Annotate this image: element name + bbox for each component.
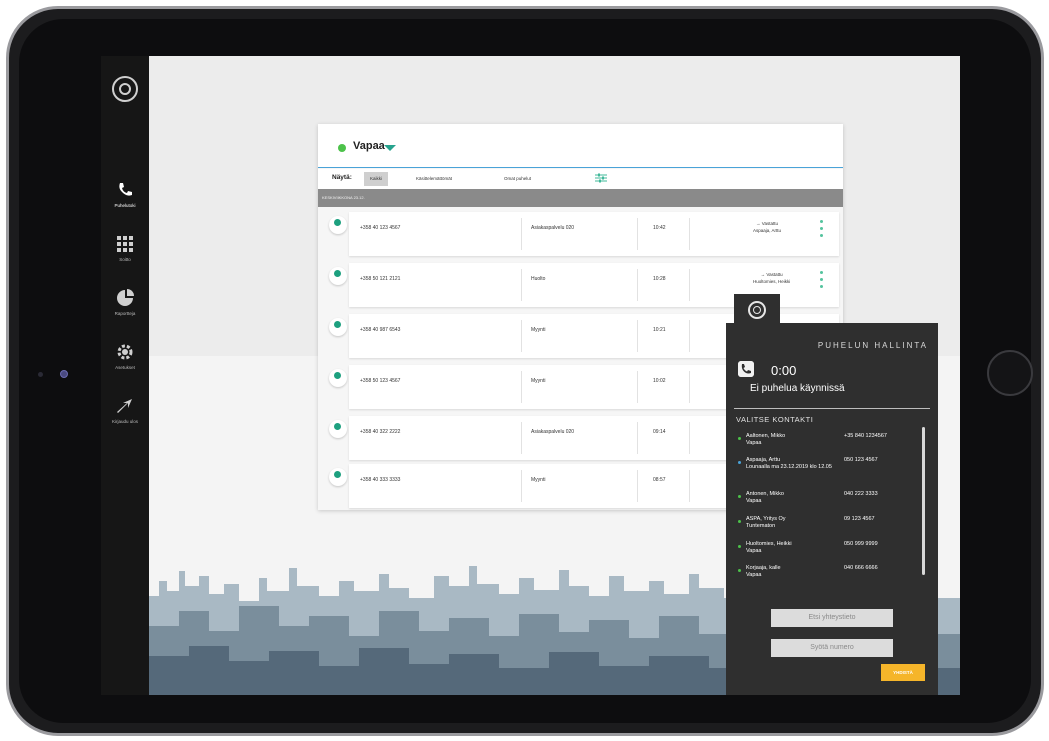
sidebar-item-reports[interactable]: Raportteja bbox=[101, 288, 149, 316]
settings-icon bbox=[117, 344, 133, 360]
date-header: KESKIVIIKKONA 23.12. bbox=[318, 189, 843, 207]
logout-icon bbox=[117, 399, 132, 413]
app-logo-icon bbox=[748, 301, 766, 319]
sidebar-item-logout[interactable]: Kirjaudu ulos bbox=[101, 396, 149, 424]
contact-name: ASPA, Yritys Oy bbox=[746, 516, 786, 522]
call-control-panel: PUHELUN HALLINTA 0:00 Ei puhelua käynnis… bbox=[726, 323, 938, 695]
call-status-text: Ei puhelua käynnissä bbox=[750, 383, 845, 394]
sidebar-item-label: Kirjaudu ulos bbox=[111, 419, 138, 424]
call-queue: Huolto bbox=[531, 276, 546, 282]
contact-name: Aspaaja, Arttu bbox=[746, 457, 781, 463]
chevron-down-icon[interactable] bbox=[384, 145, 396, 151]
call-time: 10:21 bbox=[653, 327, 666, 333]
dialpad-icon bbox=[117, 236, 133, 252]
call-timer: 0:00 bbox=[771, 363, 797, 378]
home-button[interactable] bbox=[987, 350, 1033, 396]
filter-sliders-icon[interactable] bbox=[595, 173, 607, 183]
section-heading: VALITSE KONTAKTI bbox=[736, 415, 814, 424]
connect-button[interactable]: YHDISTÄ bbox=[881, 664, 925, 681]
status-indicator bbox=[338, 144, 346, 152]
call-queue: Asiakaspalvelu 020 bbox=[531, 429, 575, 435]
call-answer-info: → Vastattu Aspaaja, Arttu bbox=[753, 220, 781, 234]
tab-unhandled[interactable]: Käsittelemättömät bbox=[410, 172, 458, 186]
camera-lens-icon bbox=[60, 370, 68, 378]
contact-name: Korjaaja, kalle bbox=[746, 565, 781, 571]
contact-number: +35 840 1234567 bbox=[844, 433, 887, 439]
call-answer-status: → Vastattu bbox=[756, 221, 778, 226]
call-number: +358 50 123 4567 bbox=[360, 378, 401, 384]
filter-bar: Näytä: Kaikki Käsittelemättömät Omat puh… bbox=[318, 169, 843, 189]
call-number: +358 40 123 4567 bbox=[360, 225, 401, 231]
sidebar-item-label: Puhelutoki bbox=[114, 203, 136, 208]
call-time: 09:14 bbox=[653, 429, 666, 435]
sidebar-item-dial[interactable]: Soitto bbox=[101, 234, 149, 262]
contact-name: Antonen, Mikko bbox=[746, 491, 784, 497]
call-number: +358 50 121 2121 bbox=[360, 276, 401, 282]
status-label: Vapaa bbox=[353, 140, 385, 152]
contact-number: 040 222 3333 bbox=[844, 491, 878, 497]
more-menu-icon[interactable] bbox=[820, 220, 823, 241]
contact-number: 050 999 9999 bbox=[844, 541, 878, 547]
call-agent: Aspaaja, Arttu bbox=[753, 228, 782, 233]
contact-status: Tuntematon bbox=[746, 523, 776, 529]
search-contact-button[interactable]: Etsi yhteystieto bbox=[771, 609, 893, 627]
call-queue: Myynti bbox=[531, 327, 546, 333]
call-time: 08:57 bbox=[653, 477, 666, 483]
call-answer-status: → Vastattu bbox=[760, 272, 783, 277]
sidebar-item-label: Raportteja bbox=[114, 311, 136, 316]
call-control-toggle[interactable] bbox=[734, 294, 780, 326]
call-answer-info: → Vastattu Huoltomies, Heikki bbox=[753, 271, 790, 285]
call-status-badge bbox=[329, 468, 347, 486]
contact-name: Huoltomies, Heikki bbox=[746, 541, 792, 547]
call-time: 10:02 bbox=[653, 378, 666, 384]
call-queue: Myynti bbox=[531, 378, 546, 384]
panel-title: PUHELUN HALLINTA bbox=[817, 341, 928, 350]
call-queue: Asiakaspalvelu 020 bbox=[531, 225, 575, 231]
call-status-badge bbox=[329, 318, 347, 336]
phone-icon bbox=[738, 361, 754, 377]
contact-number: 050 123 4567 bbox=[844, 457, 878, 463]
call-status-badge bbox=[329, 267, 347, 285]
call-time: 10:28 bbox=[653, 276, 666, 282]
chart-icon bbox=[117, 289, 134, 306]
call-agent: Huoltomies, Heikki bbox=[753, 279, 791, 284]
call-queue: Myynti bbox=[531, 477, 546, 483]
filter-label: Näytä: bbox=[332, 174, 352, 181]
app-logo-icon bbox=[112, 76, 138, 102]
contact-number: 09 123 4567 bbox=[844, 516, 875, 522]
call-number: +358 40 333 3333 bbox=[360, 477, 401, 483]
contact-number: 040 666 6666 bbox=[844, 565, 878, 571]
contact-status: Vapaa bbox=[746, 548, 762, 554]
tab-own-calls[interactable]: Omat puhelut bbox=[498, 172, 537, 186]
call-status-badge bbox=[329, 420, 347, 438]
call-number: +358 40 987 6543 bbox=[360, 327, 401, 333]
sidebar-item-settings[interactable]: Asetukset bbox=[101, 342, 149, 370]
phone-icon bbox=[119, 183, 132, 196]
call-time: 10:42 bbox=[653, 225, 666, 231]
call-number: +358 40 322 2222 bbox=[360, 429, 401, 435]
call-status-badge bbox=[329, 216, 347, 234]
sidebar: Puhelutoki Soitto Raportteja Asetukset K… bbox=[101, 56, 149, 695]
divider bbox=[734, 408, 930, 409]
call-status-badge bbox=[329, 369, 347, 387]
tab-all[interactable]: Kaikki bbox=[364, 172, 389, 186]
sidebar-item-calls[interactable]: Puhelutoki bbox=[101, 180, 149, 208]
call-row[interactable]: +358 40 123 4567 Asiakaspalvelu 020 10:4… bbox=[329, 212, 839, 256]
contact-status: Vapaa bbox=[746, 440, 762, 446]
sidebar-item-label: Asetukset bbox=[115, 365, 135, 370]
contact-list-scrollbar[interactable] bbox=[922, 427, 925, 575]
app-screen: Puhelutoki Soitto Raportteja Asetukset K… bbox=[101, 56, 960, 695]
sidebar-item-label: Soitto bbox=[119, 257, 131, 262]
front-camera-icon bbox=[38, 372, 43, 377]
contact-status: Vapaa bbox=[746, 498, 762, 504]
date-label: KESKIVIIKKONA 23.12. bbox=[322, 195, 365, 200]
status-selector[interactable]: Vapaa bbox=[318, 124, 843, 168]
contact-name: Aaltonen, Mikko bbox=[746, 433, 786, 439]
contact-status: Vapaa bbox=[746, 572, 762, 578]
contact-status: Lounaalla ma 23.12.2019 klo 12.05 bbox=[746, 464, 832, 470]
more-menu-icon[interactable] bbox=[820, 271, 823, 292]
enter-number-button[interactable]: Syötä numero bbox=[771, 639, 893, 657]
